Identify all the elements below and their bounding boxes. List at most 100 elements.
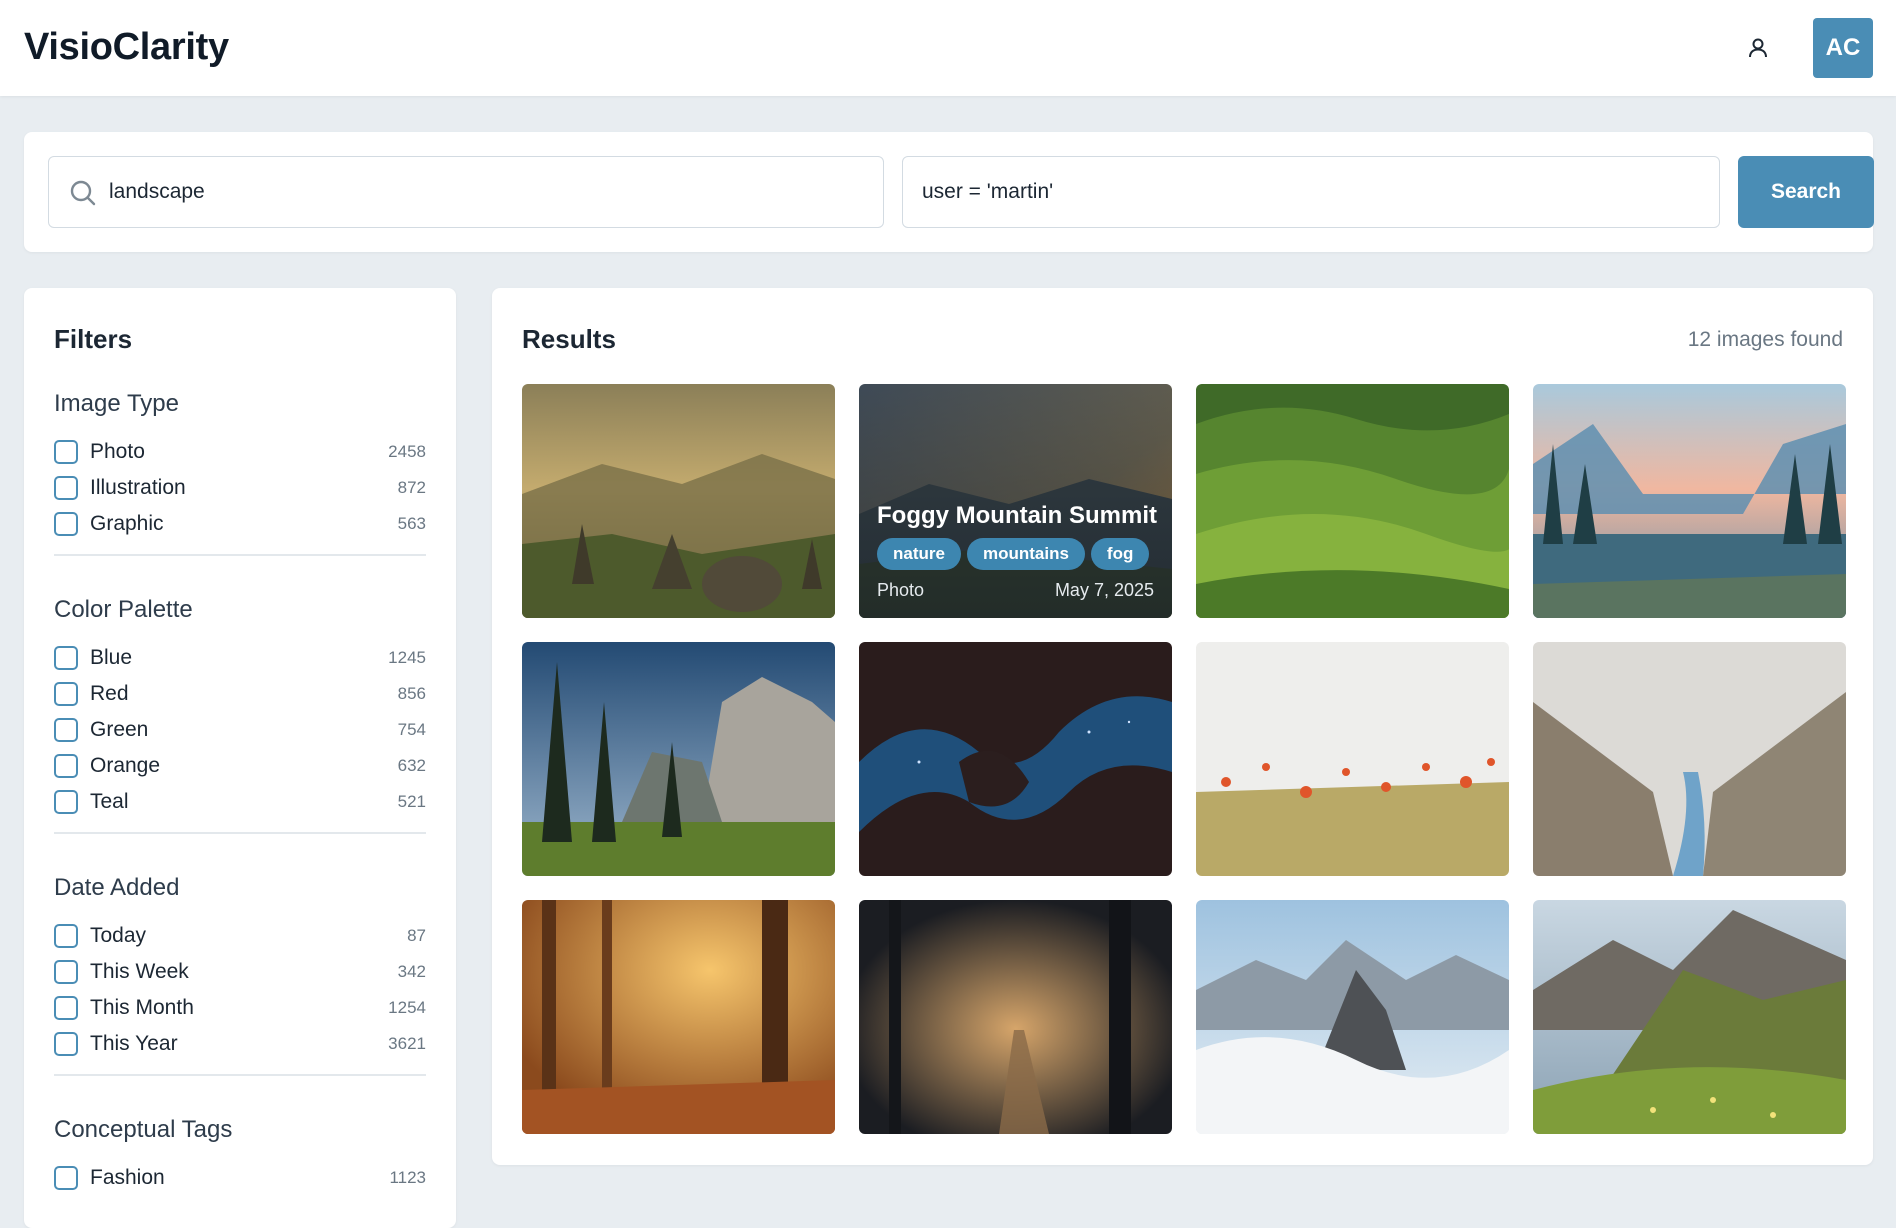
filter-option-label: Photo	[90, 440, 145, 463]
image-autumn-forest	[522, 900, 835, 1134]
search-button[interactable]: Search	[1738, 156, 1874, 228]
filter-expression-input[interactable]	[922, 157, 1702, 227]
image-date: May 7, 2025	[1054, 580, 1154, 600]
filter-group-conceptual-tags: Conceptual Tags Fashion 1123	[54, 1110, 426, 1196]
filter-group-title: Conceptual Tags	[54, 1116, 233, 1143]
avatar[interactable]: AC	[1813, 18, 1873, 78]
filter-option-fashion[interactable]: Fashion 1123	[54, 1160, 426, 1196]
filter-option-teal[interactable]: Teal 521	[54, 784, 426, 820]
filter-option-count: 872	[397, 478, 426, 497]
search-card: Search	[24, 132, 1874, 252]
filter-option-count: 563	[397, 514, 426, 533]
user-icon[interactable]	[1740, 30, 1776, 66]
filter-option-count: 1254	[388, 998, 426, 1017]
checkbox[interactable]	[54, 790, 78, 814]
search-input[interactable]	[109, 157, 869, 227]
filter-option-red[interactable]: Red 856	[54, 676, 426, 712]
filter-option-label: Orange	[90, 754, 161, 777]
checkbox[interactable]	[54, 754, 78, 778]
filter-option-label: This Month	[90, 996, 194, 1019]
result-image-snowy-peaks-clouds[interactable]	[1196, 900, 1509, 1134]
search-box	[48, 156, 884, 228]
filter-option-count: 1123	[389, 1168, 426, 1187]
filter-option-label: Illustration	[90, 476, 186, 499]
results-panel: Results 12 images found Foggy Mountain S…	[492, 288, 1873, 1165]
filter-option-graphic[interactable]: Graphic 563	[54, 506, 426, 542]
filter-option-today[interactable]: Today 87	[54, 918, 426, 954]
checkbox[interactable]	[54, 718, 78, 742]
result-image-poppy-field[interactable]	[1196, 642, 1509, 876]
filter-group-color-palette: Color Palette Blue 1245 Red 856 Green 75…	[54, 590, 426, 834]
checkbox[interactable]	[54, 924, 78, 948]
filter-option-label: Graphic	[90, 512, 164, 535]
result-image-foggy-mountain-summit[interactable]: Foggy Mountain Summit nature mountains f…	[859, 384, 1172, 618]
image-title: Foggy Mountain Summit	[877, 502, 1157, 529]
checkbox[interactable]	[54, 512, 78, 536]
filter-expression-box	[902, 156, 1720, 228]
image-golden-valley	[522, 384, 835, 618]
filter-option-this-month[interactable]: This Month 1254	[54, 990, 426, 1026]
result-image-dark-forest-path[interactable]	[859, 900, 1172, 1134]
top-bar: VisioClarity AC	[0, 0, 1896, 96]
search-icon	[70, 180, 96, 206]
divider	[54, 554, 426, 556]
filter-group-image-type: Image Type Photo 2458 Illustration 872 G…	[54, 384, 426, 556]
filter-option-count: 3621	[388, 1034, 426, 1053]
checkbox[interactable]	[54, 1032, 78, 1056]
filter-option-label: This Week	[90, 960, 189, 983]
filter-option-label: Teal	[90, 790, 129, 813]
filter-option-label: This Year	[90, 1032, 178, 1055]
filter-option-label: Fashion	[90, 1166, 165, 1189]
filter-option-label: Red	[90, 682, 129, 705]
filter-option-count: 856	[397, 684, 426, 703]
filters-panel: Filters Image Type Photo 2458 Illustrati…	[24, 288, 456, 1228]
filter-option-blue[interactable]: Blue 1245	[54, 640, 426, 676]
result-image-alpine-meadow[interactable]	[1533, 900, 1846, 1134]
results-count: 12 images found	[1687, 328, 1843, 351]
checkbox[interactable]	[54, 646, 78, 670]
image-snowy-peaks-clouds	[1196, 900, 1509, 1134]
result-image-misty-canyon-river[interactable]	[1533, 642, 1846, 876]
filter-group-date-added: Date Added Today 87 This Week 342 This M…	[54, 868, 426, 1076]
filter-option-this-week[interactable]: This Week 342	[54, 954, 426, 990]
image-granite-cliff	[522, 642, 835, 876]
image-canyon-night-sky	[859, 642, 1172, 876]
result-image-canyon-night-sky[interactable]	[859, 642, 1172, 876]
tag-nature[interactable]: nature	[877, 538, 961, 570]
checkbox[interactable]	[54, 440, 78, 464]
checkbox[interactable]	[54, 996, 78, 1020]
tag-mountains[interactable]: mountains	[966, 538, 1085, 570]
filter-option-count: 342	[397, 962, 426, 981]
filter-option-orange[interactable]: Orange 632	[54, 748, 426, 784]
filter-option-label: Today	[90, 924, 147, 947]
tag-fog[interactable]: fog	[1090, 538, 1150, 570]
filter-option-label: Green	[90, 718, 149, 741]
filter-option-illustration[interactable]: Illustration 872	[54, 470, 426, 506]
filter-option-this-year[interactable]: This Year 3621	[54, 1026, 426, 1062]
image-green-hills	[1196, 384, 1509, 618]
result-image-golden-valley[interactable]	[522, 384, 835, 618]
image-misty-canyon-river	[1533, 642, 1846, 876]
image-alpine-meadow	[1533, 900, 1846, 1134]
filter-group-title: Color Palette	[54, 596, 193, 623]
result-image-granite-cliff[interactable]	[522, 642, 835, 876]
checkbox[interactable]	[54, 476, 78, 500]
image-poppy-field	[1196, 642, 1509, 876]
filter-option-count: 1245	[388, 648, 426, 667]
filter-group-title: Date Added	[54, 874, 180, 901]
image-river-sunset	[1533, 384, 1846, 618]
result-image-autumn-forest[interactable]	[522, 900, 835, 1134]
results-title: Results	[522, 324, 616, 354]
filter-option-count: 87	[407, 926, 426, 945]
checkbox[interactable]	[54, 1166, 78, 1190]
result-image-river-sunset[interactable]	[1533, 384, 1846, 618]
divider	[54, 1074, 426, 1076]
checkbox[interactable]	[54, 682, 78, 706]
app-logo[interactable]: VisioClarity	[24, 26, 229, 69]
filter-option-photo[interactable]: Photo 2458	[54, 434, 426, 470]
divider	[54, 832, 426, 834]
filters-title: Filters	[54, 324, 133, 354]
filter-option-green[interactable]: Green 754	[54, 712, 426, 748]
result-image-green-hills[interactable]	[1196, 384, 1509, 618]
checkbox[interactable]	[54, 960, 78, 984]
